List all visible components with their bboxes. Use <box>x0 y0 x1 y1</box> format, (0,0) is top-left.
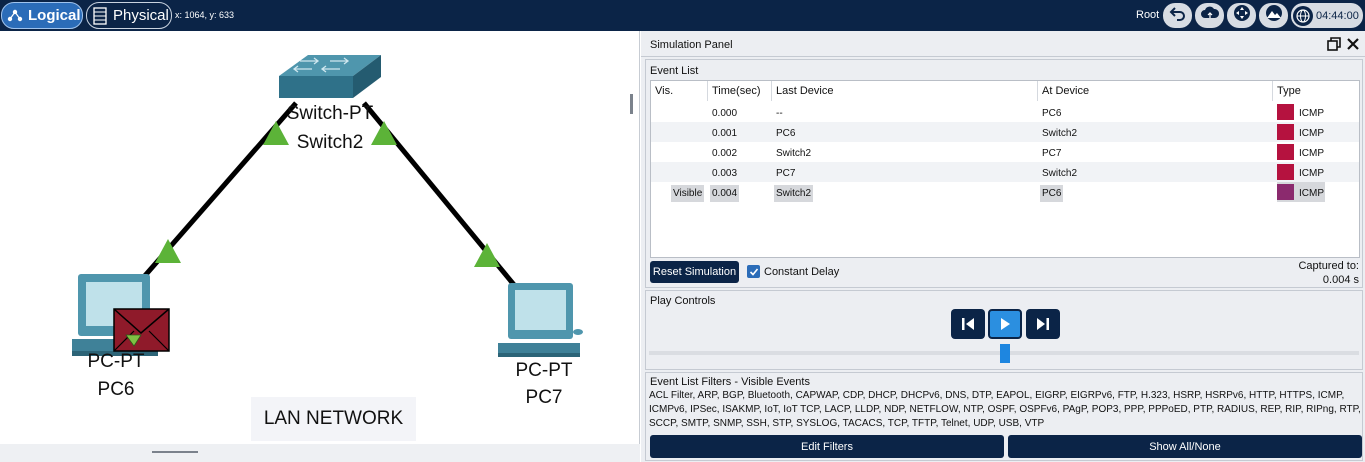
physical-rack-icon <box>91 6 109 25</box>
logical-view-label: Logical <box>28 7 81 24</box>
back-button[interactable] <box>1163 3 1192 28</box>
event-table: Vis. Time(sec) Last Device At Device Typ… <box>650 80 1360 258</box>
logical-workspace[interactable]: Switch-PT Switch2 PC-PT PC6 PC-PT PC7 LA… <box>0 31 640 462</box>
table-row[interactable]: 0.003 PC7 Switch2 ICMP <box>651 162 1359 182</box>
switch-name-label: Switch2 <box>296 132 364 153</box>
cloud-button[interactable] <box>1195 3 1224 28</box>
cell-at-device: PC7 <box>1042 148 1062 159</box>
cell-at-device: PC6 <box>1040 185 1064 202</box>
root-label: Root <box>1136 9 1160 21</box>
type-color-swatch <box>1277 124 1294 140</box>
clock-display: 04:44:00 <box>1291 3 1363 28</box>
pdu-envelope-icon[interactable] <box>113 308 170 352</box>
constant-delay-checkbox[interactable] <box>747 265 760 278</box>
pc7-name-label: PC7 <box>525 387 563 408</box>
cell-type: ICMP <box>1299 168 1324 179</box>
vertical-resize-handle[interactable] <box>630 94 633 114</box>
lan-network-note[interactable]: LAN NETWORK <box>251 397 416 441</box>
workspace-bottom-bar <box>0 444 640 462</box>
cloud-icon <box>1200 5 1220 26</box>
table-row[interactable]: 0.002 Switch2 PC7 ICMP <box>651 142 1359 162</box>
cell-last-device: PC7 <box>776 168 796 179</box>
cell-at-device: Switch2 <box>1042 128 1078 139</box>
step-forward-button[interactable] <box>1026 309 1060 339</box>
type-color-swatch <box>1277 164 1294 180</box>
type-color-swatch <box>1277 144 1294 160</box>
captured-info: Captured to: 0.004 s <box>1298 259 1359 287</box>
table-row[interactable]: 0.000 -- PC6 ICMP <box>651 102 1359 122</box>
globe-clock-icon <box>1293 5 1313 26</box>
play-speed-slider-thumb[interactable] <box>1000 344 1010 363</box>
cell-last-device: Switch2 <box>776 148 812 159</box>
logical-topology-icon <box>6 7 24 25</box>
cell-at-device: Switch2 <box>1042 168 1078 179</box>
table-row-selected[interactable]: Visible 0.004 Switch2 PC6 ICMP <box>651 182 1359 202</box>
col-header-at-device[interactable]: At Device <box>1042 85 1089 97</box>
cell-type: ICMP <box>1299 188 1324 199</box>
horizontal-resize-handle[interactable] <box>152 451 198 453</box>
undo-arrow-icon <box>1169 5 1187 26</box>
cell-time: 0.001 <box>712 128 738 139</box>
show-all-none-button[interactable]: Show All/None <box>1008 435 1362 458</box>
cell-last-device: -- <box>776 108 783 119</box>
cell-last-device: Switch2 <box>774 185 814 202</box>
event-list-label: Event List <box>650 65 699 77</box>
captured-value: 0.004 s <box>1322 274 1359 286</box>
landscape-icon <box>1264 5 1284 26</box>
cell-type: ICMP <box>1299 108 1324 119</box>
move-arrows-icon <box>1233 4 1251 27</box>
cell-time: 0.000 <box>712 108 738 119</box>
move-button[interactable] <box>1227 3 1256 28</box>
switch-icon[interactable] <box>279 55 381 98</box>
col-header-type[interactable]: Type <box>1277 85 1301 97</box>
pc6-name-label: PC6 <box>97 379 135 400</box>
captured-label: Captured to: <box>1298 260 1359 272</box>
physical-view-label: Physical <box>113 7 169 24</box>
cell-vis: Visible <box>671 185 705 202</box>
visible-events-list: ACL Filter, ARP, BGP, Bluetooth, CAPWAP,… <box>649 390 1361 429</box>
checkmark-icon <box>749 267 758 276</box>
close-icon[interactable] <box>1345 36 1361 52</box>
edit-filters-button[interactable]: Edit Filters <box>650 435 1004 458</box>
clock-time: 04:44:00 <box>1316 9 1359 22</box>
play-controls-label: Play Controls <box>650 295 716 307</box>
physical-view-tab[interactable]: Physical <box>86 2 172 29</box>
col-header-time[interactable]: Time(sec) <box>712 85 760 97</box>
logical-view-tab[interactable]: Logical <box>1 2 83 29</box>
cursor-coordinates: x: 1064, y: 633 <box>175 10 235 20</box>
type-color-swatch <box>1277 184 1294 200</box>
restore-window-icon[interactable] <box>1326 36 1342 52</box>
pc7-computer-icon[interactable] <box>498 283 583 357</box>
pc7-model-label: PC-PT <box>515 360 573 381</box>
cell-type: ICMP <box>1299 148 1324 159</box>
top-bar: Logical Physical x: 1064, y: 633 Root 04… <box>0 0 1365 31</box>
cell-time: 0.002 <box>712 148 738 159</box>
cell-last-device: PC6 <box>776 128 796 139</box>
col-header-last-device[interactable]: Last Device <box>776 85 833 97</box>
table-row[interactable]: 0.001 PC6 Switch2 ICMP <box>651 122 1359 142</box>
cell-type: ICMP <box>1299 128 1324 139</box>
step-back-icon <box>962 318 974 330</box>
event-filters-label: Event List Filters - Visible Events <box>650 376 810 388</box>
col-header-vis[interactable]: Vis. <box>655 85 673 97</box>
step-back-button[interactable] <box>951 309 985 339</box>
play-icon <box>1001 318 1010 330</box>
cell-at-device: PC6 <box>1042 108 1062 119</box>
reset-simulation-button[interactable]: Reset Simulation <box>650 261 739 283</box>
panel-title-bar: Simulation Panel <box>641 31 1365 57</box>
switch-model-label: Switch-PT <box>286 103 374 124</box>
cell-time: 0.003 <box>712 168 738 179</box>
step-forward-icon <box>1037 318 1049 330</box>
pc6-model-label: PC-PT <box>87 351 145 372</box>
cell-time: 0.004 <box>710 185 740 202</box>
link-status-indicator <box>474 243 500 267</box>
panel-title: Simulation Panel <box>650 39 733 51</box>
constant-delay-label: Constant Delay <box>764 266 840 278</box>
type-color-swatch <box>1277 104 1294 120</box>
simulation-panel: Simulation Panel Event List Vis. Time(se… <box>641 31 1365 462</box>
play-button[interactable] <box>988 309 1022 339</box>
background-image-button[interactable] <box>1259 3 1288 28</box>
